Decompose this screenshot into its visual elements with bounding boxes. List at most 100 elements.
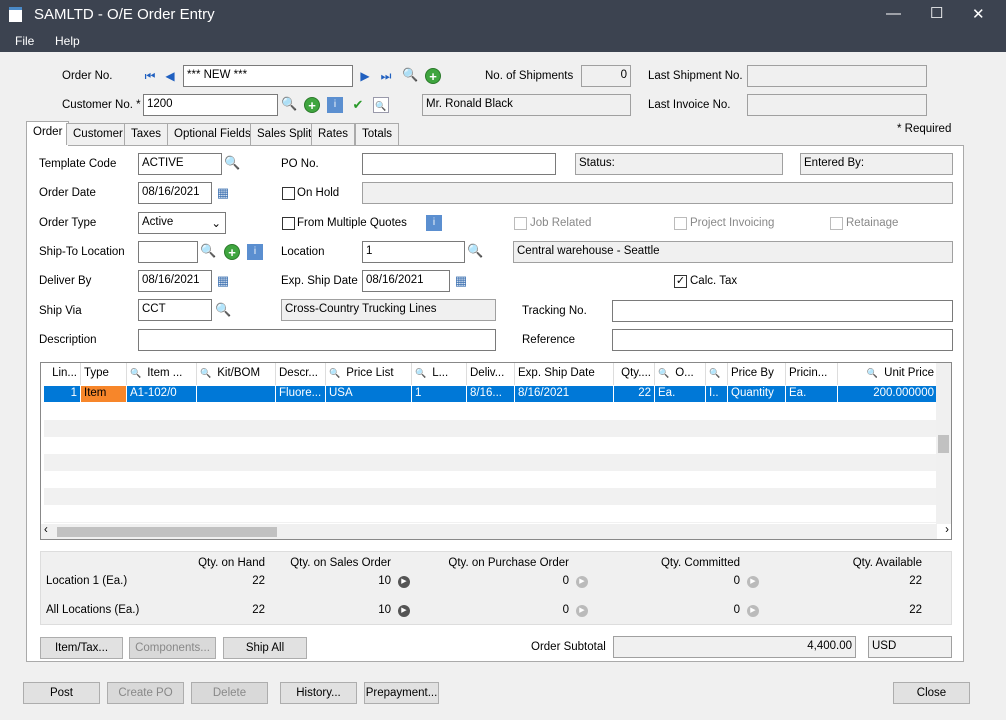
column-header[interactable]: 🔍 Unit Price [838, 363, 938, 385]
post-button[interactable]: Post [23, 682, 100, 704]
search-icon[interactable]: 🔍 [658, 368, 669, 378]
deliver-by-input[interactable]: 08/16/2021 [138, 270, 212, 292]
close-window-button[interactable]: ✕ [972, 5, 985, 23]
grid-cell[interactable]: 1 [44, 386, 81, 402]
customer-no-input[interactable]: 1200 [143, 94, 278, 116]
search-icon[interactable]: 🔍 [415, 368, 426, 378]
grid-cell[interactable]: 1 [412, 386, 467, 402]
column-header[interactable]: Lin... [44, 363, 81, 385]
column-header[interactable]: 🔍 O... [655, 363, 706, 385]
grid-cell[interactable]: Quantity [728, 386, 786, 402]
tab-order[interactable]: Order [26, 121, 70, 146]
scroll-right-icon[interactable]: › [945, 524, 949, 536]
add-icon[interactable]: + [224, 244, 240, 260]
vertical-scrollbar[interactable] [936, 363, 951, 524]
horizontal-scrollbar[interactable]: ‹ › [41, 524, 949, 539]
search-icon[interactable]: 🔍 [467, 243, 483, 259]
column-header[interactable]: 🔍 Price List [326, 363, 412, 385]
grid-cell[interactable]: 8/16... [467, 386, 515, 402]
grid-cell[interactable]: A1-102/0 [127, 386, 197, 402]
on-hold-checkbox[interactable] [282, 187, 295, 200]
info-icon[interactable]: i [426, 215, 442, 231]
description-input[interactable] [138, 329, 496, 351]
exp-ship-date-input[interactable]: 08/16/2021 [362, 270, 450, 292]
history-button[interactable]: History... [280, 682, 357, 704]
tab-optional-fields[interactable]: Optional Fields [167, 123, 258, 145]
column-header[interactable]: 🔍 [706, 363, 728, 385]
maximize-button[interactable]: ☐ [930, 4, 943, 22]
drilldown-icon[interactable]: ▶ [398, 576, 410, 588]
grid-cell[interactable]: Item [81, 386, 127, 402]
order-lines-grid[interactable]: Lin... Type 🔍 Item ... 🔍 Kit/BOM Descr... 🔍 Pric… [40, 362, 952, 540]
column-header[interactable]: Pricin... [786, 363, 838, 385]
drilldown-icon[interactable]: ▶ [747, 576, 759, 588]
search-icon[interactable]: 🔍 [224, 155, 240, 171]
template-code-input[interactable]: ACTIVE [138, 153, 222, 175]
tracking-input[interactable] [612, 300, 953, 322]
search-icon[interactable]: 🔍 [402, 67, 418, 83]
column-header[interactable]: Qty.... [614, 363, 655, 385]
search-icon[interactable]: 🔍 [200, 243, 216, 259]
drilldown-icon[interactable]: ▶ [576, 576, 588, 588]
add-icon[interactable]: + [425, 68, 441, 84]
search-icon[interactable]: 🔍 [281, 96, 297, 112]
close-button[interactable]: Close [893, 682, 970, 704]
drilldown-icon[interactable]: ▶ [398, 605, 410, 617]
add-icon[interactable]: + [304, 97, 320, 113]
ship-via-input[interactable]: CCT [138, 299, 212, 321]
prepayment-button[interactable]: Prepayment... [364, 682, 439, 704]
scroll-thumb[interactable] [938, 435, 949, 453]
search-icon[interactable]: 🔍 [867, 368, 878, 378]
column-header[interactable]: Exp. Ship Date [515, 363, 614, 385]
reference-input[interactable] [612, 329, 953, 351]
location-input[interactable]: 1 [362, 241, 465, 263]
multiple-quotes-checkbox[interactable] [282, 217, 295, 230]
drilldown-icon[interactable]: ▶ [576, 605, 588, 617]
column-header[interactable]: 🔍 L... [412, 363, 467, 385]
first-record-icon[interactable]: ⏮ [142, 68, 158, 84]
calendar-icon[interactable]: ▦ [215, 185, 231, 201]
grid-cell[interactable]: 200.000000 [838, 386, 938, 402]
next-record-icon[interactable]: ▶ [357, 68, 373, 84]
order-date-input[interactable]: 08/16/2021 [138, 182, 212, 204]
previous-record-icon[interactable]: ◀ [162, 68, 178, 84]
order-no-input[interactable]: *** NEW *** [183, 65, 353, 87]
grid-cell[interactable]: 8/16/2021 [515, 386, 614, 402]
info-icon[interactable]: i [327, 97, 343, 113]
ship-all-button[interactable]: Ship All [223, 637, 307, 659]
scroll-left-icon[interactable]: ‹ [44, 524, 48, 536]
search-icon[interactable]: 🔍 [130, 368, 141, 378]
column-header[interactable]: Descr... [276, 363, 326, 385]
item-tax-button[interactable]: Item/Tax... [40, 637, 123, 659]
column-header[interactable]: Type [81, 363, 127, 385]
search-icon[interactable]: 🔍 [215, 302, 231, 318]
info-icon[interactable]: i [247, 244, 263, 260]
minimize-button[interactable]: — [886, 5, 901, 22]
tab-taxes[interactable]: Taxes [124, 123, 169, 145]
grid-cell[interactable]: 22 [614, 386, 655, 402]
last-record-icon[interactable]: ⏭ [378, 68, 394, 84]
calendar-icon[interactable]: ▦ [215, 273, 231, 289]
tab-totals[interactable]: Totals [355, 123, 400, 145]
tab-rates[interactable]: Rates [311, 123, 356, 145]
grid-cell[interactable]: Ea. [786, 386, 838, 402]
ship-to-input[interactable] [138, 241, 198, 263]
grid-cell[interactable]: Ea. [655, 386, 706, 402]
tab-customer[interactable]: Customer [66, 123, 130, 145]
drilldown-icon[interactable]: ▶ [747, 605, 759, 617]
scroll-thumb[interactable] [57, 527, 277, 537]
column-header[interactable]: Deliv... [467, 363, 515, 385]
calc-tax-checkbox[interactable]: ✓ [674, 275, 687, 288]
document-zoom-icon[interactable]: 🔍 [373, 97, 389, 113]
tab-sales-split[interactable]: Sales Split [250, 123, 319, 145]
grid-cell[interactable]: USA [326, 386, 412, 402]
search-icon[interactable]: 🔍 [329, 368, 340, 378]
menu-file[interactable]: File [15, 34, 34, 48]
calendar-icon[interactable]: ▦ [453, 273, 469, 289]
grid-cell[interactable]: I.. [706, 386, 728, 402]
column-header[interactable]: 🔍 Item ... [127, 363, 197, 385]
grid-cell[interactable] [197, 386, 276, 402]
grid-cell[interactable]: Fluore... [276, 386, 326, 402]
po-no-input[interactable] [362, 153, 556, 175]
order-type-select[interactable]: Active ⌄ [138, 212, 226, 234]
